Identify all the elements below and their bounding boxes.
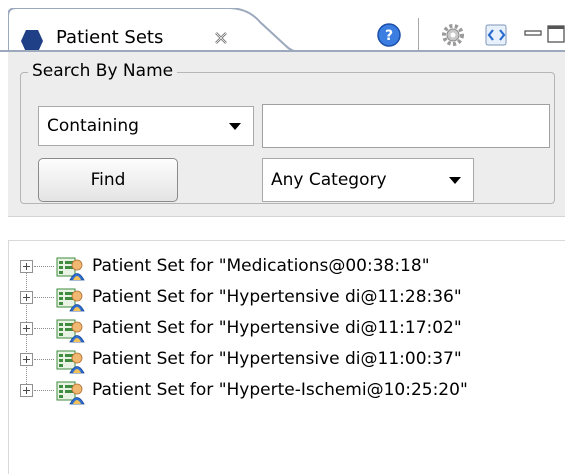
chevron-down-icon	[449, 177, 461, 184]
tree-connector	[34, 390, 54, 392]
expand-icon[interactable]	[20, 384, 33, 397]
tree-connector	[34, 266, 54, 268]
patient-set-icon	[56, 350, 85, 374]
svg-text:?: ?	[385, 28, 393, 44]
match-mode-value: Containing	[47, 116, 139, 136]
search-group-label: Search By Name	[28, 61, 178, 81]
tree-border	[8, 240, 565, 241]
expand-icon[interactable]	[20, 291, 33, 304]
tree-item-label: Patient Set for "Hypertensive di@11:00:3…	[92, 349, 462, 369]
tab-patient-sets[interactable]: Patient Sets	[8, 8, 300, 52]
sync-icon[interactable]	[484, 22, 510, 48]
tree-connector	[34, 359, 54, 361]
category-value: Any Category	[271, 170, 387, 190]
tree-connector	[34, 297, 54, 299]
patient-set-icon	[56, 257, 85, 281]
help-icon[interactable]: ?	[376, 22, 402, 48]
tree-border-left	[8, 240, 9, 474]
tree-item[interactable]: Patient Set for "Hypertensive di@11:00:3…	[20, 346, 560, 376]
patient-set-icon	[56, 288, 85, 312]
category-dropdown[interactable]: Any Category	[262, 158, 474, 202]
gear-icon[interactable]	[440, 22, 466, 48]
toolbar-separator	[418, 18, 419, 50]
close-icon[interactable]	[213, 30, 229, 46]
tree-item-label: Patient Set for "Hypertensive di@11:28:3…	[92, 287, 462, 307]
tree-item[interactable]: Patient Set for "Medications@00:38:18"	[20, 253, 560, 283]
tree-item-label: Patient Set for "Hypertensive di@11:17:0…	[92, 318, 462, 338]
expand-icon[interactable]	[20, 322, 33, 335]
tree-item[interactable]: Patient Set for "Hyperte-Ischemi@10:25:2…	[20, 377, 560, 407]
tree-item[interactable]: Patient Set for "Hypertensive di@11:17:0…	[20, 315, 560, 345]
maximize-icon[interactable]	[546, 22, 565, 48]
chevron-down-icon	[229, 123, 241, 130]
tree-item-label: Patient Set for "Medications@00:38:18"	[92, 256, 430, 276]
expand-icon[interactable]	[20, 260, 33, 273]
tree-connector	[34, 328, 54, 330]
expand-icon[interactable]	[20, 353, 33, 366]
find-button[interactable]: Find	[38, 158, 178, 202]
view-tab-bar: Patient Sets ?	[0, 0, 565, 52]
search-input[interactable]	[262, 104, 550, 148]
match-mode-dropdown[interactable]: Containing	[38, 106, 254, 146]
minimize-icon[interactable]	[521, 22, 547, 48]
tree-item-label: Patient Set for "Hyperte-Ischemi@10:25:2…	[92, 380, 468, 400]
patient-set-icon	[56, 381, 85, 405]
tab-title: Patient Sets	[56, 27, 164, 48]
tree-item[interactable]: Patient Set for "Hypertensive di@11:28:3…	[20, 284, 560, 314]
find-button-label: Find	[90, 170, 126, 190]
patient-set-icon	[56, 319, 85, 343]
